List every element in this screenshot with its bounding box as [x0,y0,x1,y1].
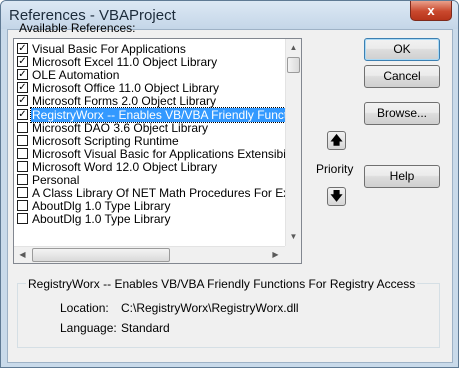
reference-label: AboutDlg 1.0 Type Library [32,199,171,213]
arrow-down-icon: 🡇 [330,189,343,203]
reference-checkbox[interactable]: ✓ [17,82,28,93]
reference-details-group [17,283,440,348]
horizontal-scrollbar[interactable]: ◀ ▶ [14,246,285,263]
scrollbar-corner [285,246,301,263]
references-list: ✓ Visual Basic For Applications ✓ Microsoft… [14,39,285,246]
reference-item[interactable]: ✓ Microsoft Forms 2.0 Object Library [14,94,285,108]
reference-label: OLE Automation [32,68,120,82]
ok-button[interactable]: OK [364,38,440,61]
reference-label: RegistryWorx -- Enables VB/VBA Friendly … [30,107,285,123]
vertical-scroll-thumb[interactable] [287,57,300,73]
reference-label: AboutDlg 1.0 Type Library [32,212,171,226]
reference-label: Microsoft Word 12.0 Object Library [32,160,218,174]
scroll-left-arrow-icon[interactable]: ◀ [15,247,30,263]
reference-checkbox[interactable] [17,187,28,198]
scroll-up-arrow-icon[interactable]: ▲ [286,40,301,56]
language-label: Language: [60,321,117,335]
vertical-scrollbar[interactable]: ▲ ▼ [285,39,301,246]
language-value: Standard [121,321,170,335]
available-references-label: Available References: [19,21,136,35]
priority-label: Priority [316,162,354,176]
references-listbox[interactable]: ✓ Visual Basic For Applications ✓ Microsoft… [13,38,302,264]
reference-checkbox[interactable] [17,200,28,211]
close-icon: x [427,3,435,18]
arrow-up-icon: 🡅 [330,133,343,147]
priority-down-button[interactable]: 🡇 [327,187,346,206]
reference-checkbox[interactable] [17,148,28,159]
reference-item[interactable]: AboutDlg 1.0 Type Library [14,212,285,226]
reference-label: Microsoft Forms 2.0 Object Library [32,94,217,108]
priority-up-button[interactable]: 🡅 [327,131,346,150]
reference-checkbox[interactable] [17,135,28,146]
help-button[interactable]: Help [364,165,440,188]
browse-button[interactable]: Browse... [364,102,440,125]
reference-label: Microsoft Scripting Runtime [32,134,179,148]
reference-label: Microsoft Office 11.0 Object Library [32,81,219,95]
reference-label: Microsoft DAO 3.6 Object Library [32,121,209,135]
cancel-button[interactable]: Cancel [364,65,440,88]
reference-label: Microsoft Visual Basic for Applications … [32,147,285,161]
close-button[interactable]: x [410,1,452,21]
details-title: RegistryWorx -- Enables VB/VBA Friendly … [26,277,418,291]
horizontal-scroll-thumb[interactable] [32,248,170,262]
reference-checkbox[interactable]: ✓ [17,95,28,106]
reference-checkbox[interactable] [17,122,28,133]
reference-label: Visual Basic For Applications [32,42,186,56]
reference-label: Personal [32,173,80,187]
reference-checkbox[interactable] [17,174,28,185]
reference-checkbox[interactable] [17,161,28,172]
reference-checkbox[interactable]: ✓ [17,56,28,67]
reference-label: A Class Library Of NET Math Procedures F… [32,186,285,200]
scroll-right-arrow-icon[interactable]: ▶ [268,247,283,263]
location-value: C:\RegistryWorx\RegistryWorx.dll [121,301,299,315]
reference-checkbox[interactable]: ✓ [17,69,28,80]
reference-checkbox[interactable]: ✓ [17,43,28,54]
reference-checkbox[interactable]: ✓ [17,109,28,120]
scroll-down-arrow-icon[interactable]: ▼ [286,229,301,245]
location-label: Location: [60,301,109,315]
reference-label: Microsoft Excel 11.0 Object Library [32,55,218,69]
reference-checkbox[interactable] [17,213,28,224]
